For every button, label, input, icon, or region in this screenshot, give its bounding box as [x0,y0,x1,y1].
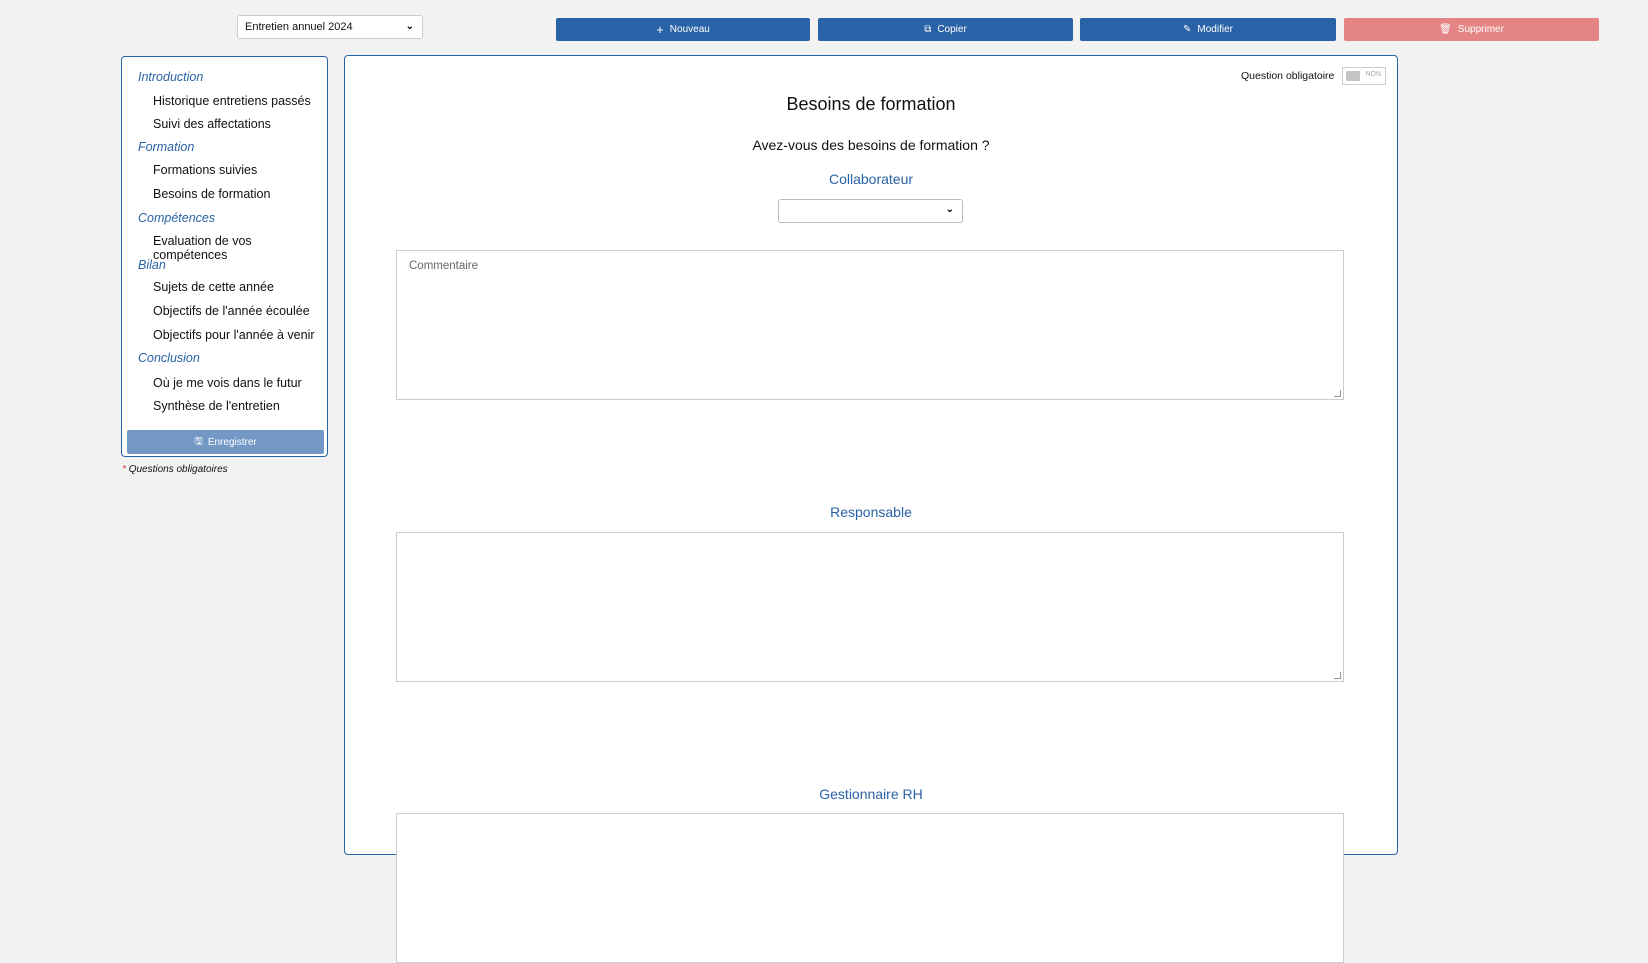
sidebar-item-evaluation[interactable]: Evaluation de vos compétences [153,234,327,262]
edit-button[interactable]: ✎ Modifier [1080,18,1336,41]
save-button[interactable]: 🖫 Enregistrer [127,430,324,454]
sidebar-item-historique[interactable]: Historique entretiens passés [153,94,311,108]
required-toggle[interactable]: NON [1342,67,1386,85]
interview-select-value: Entretien annuel 2024 [245,21,353,33]
new-button-label: Nouveau [669,24,710,35]
sidebar-item-futur[interactable]: Où je me vois dans le futur [153,376,302,390]
sidebar-item-formations-suivies[interactable]: Formations suivies [153,163,257,177]
required-note-text: Questions obligatoires [128,464,228,475]
pencil-icon: ✎ [1183,24,1192,35]
interview-select[interactable]: Entretien annuel 2024 ⌄ [237,15,423,39]
delete-button-label: Supprimer [1457,24,1504,35]
sidebar-item-objectifs-venir[interactable]: Objectifs pour l'année à venir [153,328,315,342]
chevron-down-icon: ⌄ [945,204,954,215]
sidebar-item-sujets[interactable]: Sujets de cette année [153,280,274,294]
manager-comment-textarea[interactable] [396,532,1344,682]
toggle-state: NON [1365,71,1381,78]
sidebar-item-besoins-formation[interactable]: Besoins de formation [153,187,270,201]
save-button-label: Enregistrer [207,436,257,448]
section-competences[interactable]: Compétences [138,211,215,225]
edit-button-label: Modifier [1197,24,1233,35]
chevron-down-icon: ⌄ [405,21,414,32]
collaborator-answer-select[interactable]: ⌄ [778,199,963,223]
sidebar-item-objectifs-ecoulee[interactable]: Objectifs de l'année écoulée [153,304,310,318]
required-star: * [122,464,126,475]
collaborator-comment-textarea[interactable]: Commentaire [396,250,1344,400]
trash-icon: 🗑 [1439,24,1452,35]
hr-comment-textarea[interactable] [396,813,1344,963]
section-bilan[interactable]: Bilan [138,258,166,272]
new-button[interactable]: + Nouveau [556,18,810,41]
sidebar-item-affectations[interactable]: Suivi des affectations [153,117,271,131]
plus-icon: + [656,22,664,37]
question-text: Avez-vous des besoins de formation ? [752,137,990,153]
delete-button[interactable]: 🗑 Supprimer [1344,18,1599,41]
resize-handle-icon[interactable] [1334,672,1341,679]
copy-button[interactable]: ⧉ Copier [818,18,1073,41]
section-introduction[interactable]: Introduction [138,70,203,84]
page-title: Besoins de formation [786,94,956,114]
copy-button-label: Copier [937,24,967,35]
toggle-knob [1346,71,1360,81]
sidebar-nav: Introduction Historique entretiens passé… [121,56,328,457]
required-question-label: Question obligatoire [1241,70,1335,82]
manager-label: Responsable [830,504,912,520]
comment-placeholder: Commentaire [409,260,479,272]
hr-label: Gestionnaire RH [819,786,923,802]
required-note: * Questions obligatoires [122,464,228,475]
section-formation[interactable]: Formation [138,140,194,154]
sidebar-item-synthese[interactable]: Synthèse de l'entretien [153,399,280,413]
collaborator-label: Collaborateur [828,171,914,187]
section-conclusion[interactable]: Conclusion [138,351,200,365]
save-icon: 🖫 [194,435,203,447]
resize-handle-icon[interactable] [1334,390,1341,397]
copy-icon: ⧉ [924,24,932,35]
